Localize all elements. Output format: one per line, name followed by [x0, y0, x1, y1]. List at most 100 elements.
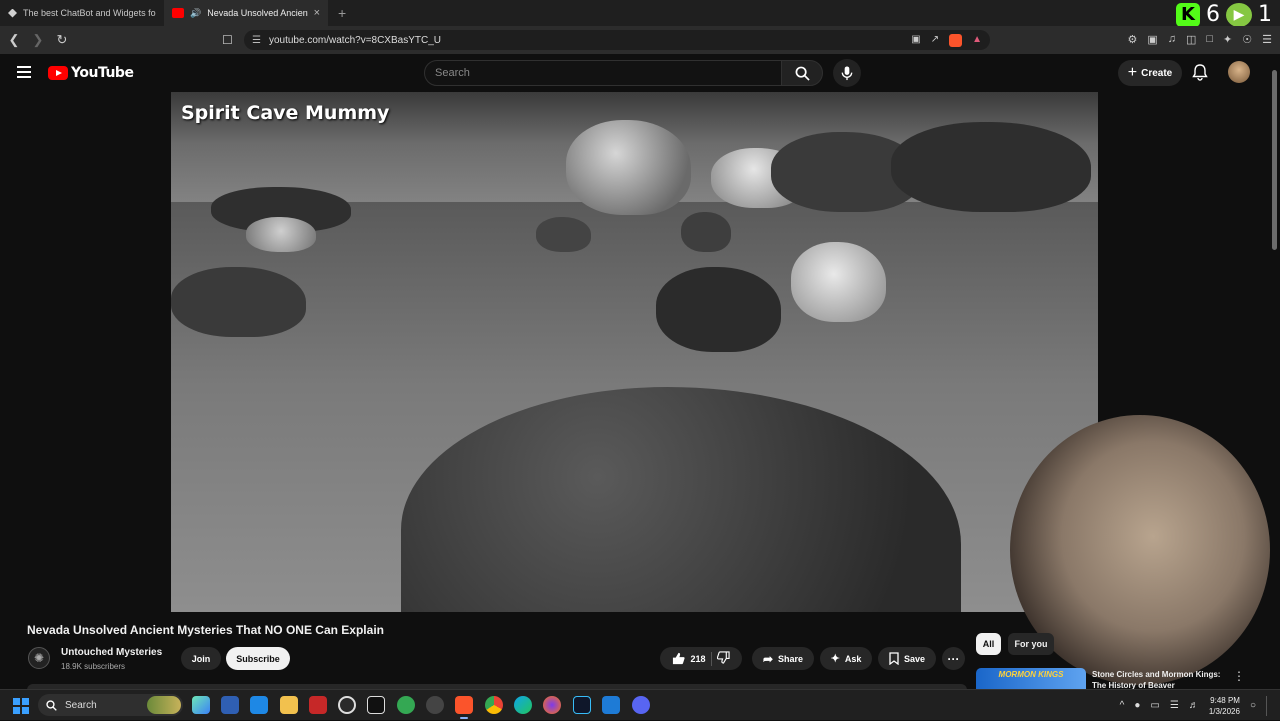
video-frame-boulder	[891, 122, 1091, 212]
site-info-icon[interactable]: ☰	[252, 35, 261, 46]
wifi-icon[interactable]: ☰	[1170, 700, 1179, 711]
create-button[interactable]: + Create	[1118, 60, 1182, 86]
tab-close-icon[interactable]: ×	[314, 7, 320, 19]
thumbnail-text: MORMON KINGS	[998, 670, 1064, 679]
share-page-icon[interactable]: ↗	[931, 34, 939, 47]
system-tray: ^ ● ▭ ☰ ♬ 9:48 PM 1/3/2026 ○	[1120, 690, 1280, 721]
tab-favicon-icon	[8, 8, 17, 18]
channel-name[interactable]: Untouched Mysteries	[61, 647, 162, 658]
system-clock[interactable]: 9:48 PM 1/3/2026	[1209, 695, 1240, 717]
file-explorer-icon[interactable]	[280, 696, 298, 714]
browser-tab-bar: The best ChatBot and Widgets for Ki 🔊 Ne…	[0, 0, 1280, 27]
url-text[interactable]: youtube.com/watch?v=8CXBasYTC_U	[269, 35, 441, 46]
edge-icon[interactable]	[514, 696, 532, 714]
voice-search-button[interactable]	[833, 59, 861, 87]
omnibox-actions: ▣ ↗ ▲	[911, 33, 982, 47]
save-label: Save	[903, 653, 926, 664]
app-icon-capcut[interactable]	[367, 696, 385, 714]
chip-for-you[interactable]: For you	[1008, 633, 1054, 655]
rumble-icon[interactable]: ▶	[1226, 2, 1252, 27]
notifications-bell-icon[interactable]	[1192, 64, 1208, 86]
share-label: Share	[778, 653, 804, 664]
media-icon[interactable]: ♫	[1168, 33, 1176, 46]
new-tab-button[interactable]: +	[328, 5, 356, 21]
kick-icon[interactable]: K	[1176, 2, 1200, 27]
volume-icon[interactable]: ♬	[1189, 700, 1199, 711]
back-icon[interactable]: ❮	[4, 32, 24, 48]
video-title: Nevada Unsolved Ancient Mysteries That N…	[27, 623, 384, 637]
join-button[interactable]: Join	[181, 647, 221, 670]
app-icon-infinity[interactable]	[573, 696, 591, 714]
app-icon-green[interactable]	[397, 696, 415, 714]
search-highlight-image	[147, 696, 181, 714]
discord-icon[interactable]	[632, 696, 650, 714]
tray-app-icon[interactable]: ●	[1134, 700, 1140, 711]
firefox-icon[interactable]	[543, 696, 561, 714]
save-button[interactable]: Save	[878, 647, 936, 670]
app-icon-dark[interactable]	[426, 696, 444, 714]
wallet-icon[interactable]: □	[1206, 33, 1213, 46]
bookmark-icon[interactable]: ☐	[222, 33, 233, 47]
vpn-icon[interactable]: ☉	[1242, 33, 1252, 46]
leo-icon[interactable]: ✦	[1223, 33, 1232, 46]
youtube-favicon-icon	[172, 8, 184, 18]
vscode-icon[interactable]	[602, 696, 620, 714]
windows-start-icon[interactable]	[13, 698, 29, 714]
video-frame-boulder	[246, 217, 316, 252]
like-button[interactable]: 218	[672, 652, 706, 665]
app-icon-circle[interactable]	[338, 696, 356, 714]
taskbar-search[interactable]: Search	[38, 694, 183, 716]
screenshot-icon[interactable]: ▣	[1147, 33, 1157, 46]
monitor-icon[interactable]: ▭	[1150, 700, 1159, 711]
notification-icon[interactable]: ○	[1250, 700, 1256, 711]
recommended-more-icon[interactable]: ⋮	[1233, 669, 1245, 683]
sidebar-icon[interactable]: ◫	[1186, 33, 1196, 46]
browser-menu-icon[interactable]: ☰	[1262, 33, 1272, 46]
subscribe-button[interactable]: Subscribe	[226, 647, 290, 670]
speaker-icon[interactable]: 🔊	[190, 8, 201, 19]
app-icon-red[interactable]	[309, 696, 327, 714]
video-player[interactable]: Spirit Cave Mummy	[171, 92, 1098, 612]
copilot-icon[interactable]	[192, 696, 210, 714]
ask-label: Ask	[844, 653, 862, 664]
brave-browser-icon[interactable]	[455, 696, 473, 719]
hamburger-menu-icon[interactable]	[17, 66, 31, 78]
recommended-video-thumbnail[interactable]: MORMON KINGS	[976, 668, 1086, 690]
app-icon-r[interactable]	[250, 696, 268, 714]
brave-shields-icon[interactable]	[949, 33, 963, 47]
chrome-icon[interactable]	[485, 696, 503, 714]
browser-tab-youtube[interactable]: 🔊 Nevada Unsolved Ancient My ×	[164, 0, 328, 26]
dislike-button[interactable]	[716, 651, 730, 666]
youtube-logo[interactable]: YouTube	[48, 65, 134, 81]
show-desktop-button[interactable]	[1266, 695, 1272, 716]
search-button[interactable]	[781, 60, 823, 86]
recommended-video-title[interactable]: Stone Circles and Mormon Kings: The Hist…	[1092, 669, 1232, 689]
chip-all[interactable]: All	[976, 633, 1001, 655]
reload-icon[interactable]: ↻	[52, 32, 72, 48]
scrollbar-thumb[interactable]	[1272, 70, 1277, 250]
forward-icon[interactable]: ❯	[28, 32, 48, 48]
tab-title: The best ChatBot and Widgets for Ki	[23, 8, 156, 18]
brave-rewards-icon[interactable]: ▲	[972, 34, 982, 47]
app-icon-blue[interactable]	[221, 696, 239, 714]
clock-time: 9:48 PM	[1210, 695, 1240, 705]
tray-chevron-icon[interactable]: ^	[1120, 700, 1125, 711]
extensions-icon[interactable]: ⚙	[1127, 33, 1137, 46]
browser-tab-chatbot[interactable]: The best ChatBot and Widgets for Ki	[0, 0, 164, 26]
cast-icon[interactable]: ▣	[911, 34, 920, 47]
thumbs-down-icon	[716, 651, 730, 664]
channel-avatar[interactable]: ✺	[28, 647, 50, 669]
ask-button[interactable]: ✦ Ask	[820, 647, 872, 670]
subscriber-count: 18.9K subscribers	[61, 662, 126, 671]
taskbar-search-placeholder: Search	[65, 699, 97, 711]
browser-address-bar: ❮ ❯ ↻ ☐ ☰ youtube.com/watch?v=8CXBasYTC_…	[0, 26, 1280, 54]
search-input[interactable]: Search	[424, 60, 782, 86]
share-button[interactable]: ➦ Share	[752, 647, 814, 670]
youtube-wordmark: YouTube	[71, 65, 134, 81]
account-avatar[interactable]	[1228, 61, 1250, 83]
video-frame-boulder	[566, 120, 691, 215]
video-overlay-title: Spirit Cave Mummy	[181, 102, 390, 124]
more-actions-button[interactable]: ···	[942, 647, 965, 670]
url-omnibox[interactable]: ☐ ☰ youtube.com/watch?v=8CXBasYTC_U ▣ ↗ …	[222, 30, 990, 50]
page-scrollbar[interactable]	[1271, 56, 1278, 686]
